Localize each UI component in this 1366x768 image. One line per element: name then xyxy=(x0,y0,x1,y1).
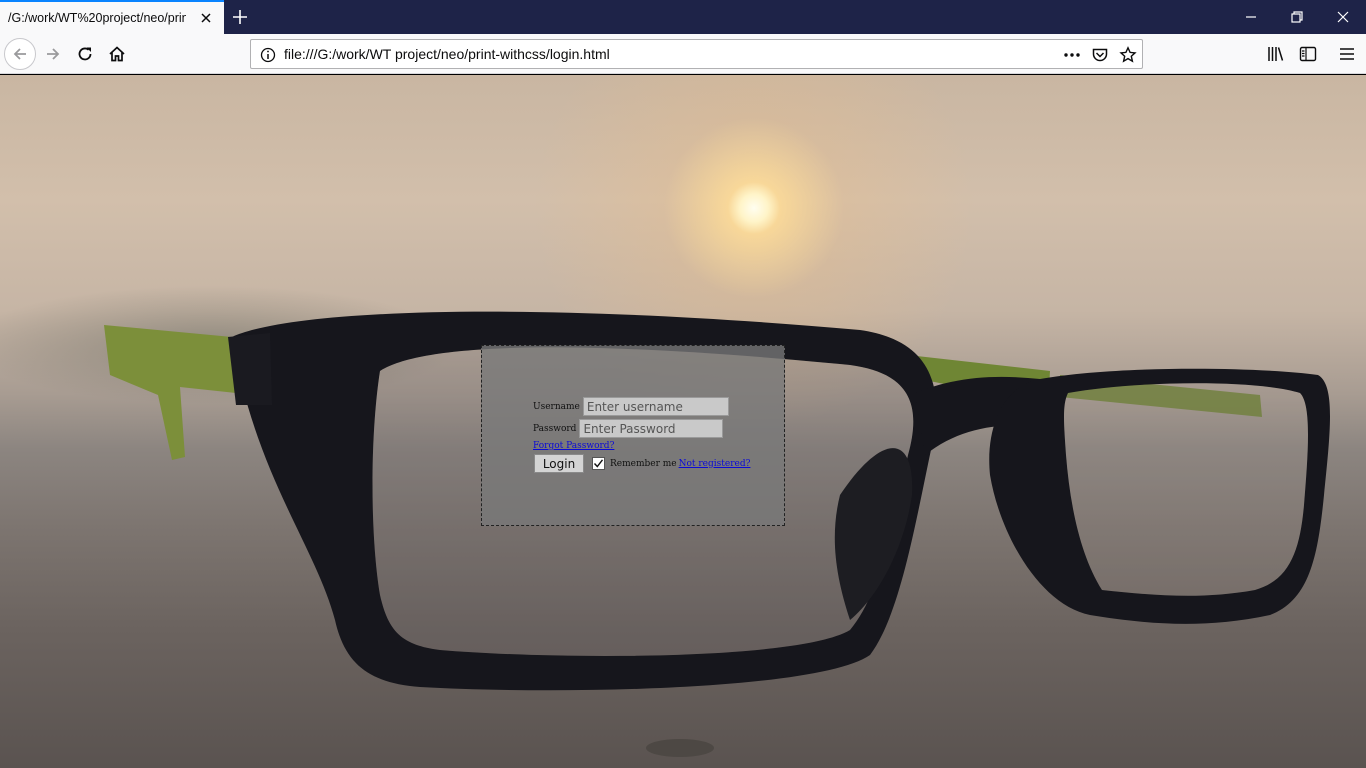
address-bar[interactable]: file:///G:/work/WT project/neo/print-wit… xyxy=(250,39,1143,69)
login-form: Username Password Forgot Password? Login… xyxy=(481,345,785,526)
new-tab-icon[interactable] xyxy=(231,8,249,26)
active-tab[interactable]: /G:/work/WT%20project/neo/print-withcss/… xyxy=(0,0,224,34)
username-input[interactable] xyxy=(582,397,729,416)
tab-title: /G:/work/WT%20project/neo/print-withcss/… xyxy=(8,11,186,25)
password-input[interactable] xyxy=(579,419,724,438)
library-icon[interactable] xyxy=(1267,45,1285,63)
login-button[interactable]: Login xyxy=(534,454,584,473)
back-button[interactable] xyxy=(4,38,36,70)
info-icon[interactable] xyxy=(259,46,277,64)
sidebar-icon[interactable] xyxy=(1299,45,1317,63)
forward-arrow-icon xyxy=(47,48,60,60)
page-actions-icon[interactable] xyxy=(1063,46,1081,64)
reload-button[interactable] xyxy=(69,38,101,70)
not-registered-link[interactable]: Not registered? xyxy=(679,459,751,469)
back-arrow-icon xyxy=(13,48,26,60)
checkmark-icon xyxy=(593,459,604,468)
url-text[interactable]: file:///G:/work/WT project/neo/print-wit… xyxy=(284,46,610,62)
title-bar: /G:/work/WT%20project/neo/print-withcss/… xyxy=(0,0,1366,34)
remember-me-label: Remember me xyxy=(610,458,677,469)
remember-me-checkbox[interactable] xyxy=(592,457,605,470)
forward-button[interactable] xyxy=(37,38,69,70)
menu-icon[interactable] xyxy=(1338,45,1356,63)
username-label: Username xyxy=(533,401,580,412)
close-tab-icon[interactable] xyxy=(199,11,213,25)
home-icon xyxy=(109,46,125,62)
reload-icon xyxy=(78,47,92,61)
close-window-icon[interactable] xyxy=(1336,10,1350,24)
bookmark-star-icon[interactable] xyxy=(1119,46,1137,64)
nav-toolbar: file:///G:/work/WT project/neo/print-wit… xyxy=(0,34,1366,74)
pocket-icon[interactable] xyxy=(1091,46,1109,64)
forgot-password-link[interactable]: Forgot Password? xyxy=(533,441,614,451)
home-button[interactable] xyxy=(101,38,133,70)
page-background: Username Password Forgot Password? Login… xyxy=(0,75,1366,768)
minimize-icon[interactable] xyxy=(1244,10,1258,24)
restore-icon[interactable] xyxy=(1290,10,1304,24)
password-label: Password xyxy=(533,423,577,434)
